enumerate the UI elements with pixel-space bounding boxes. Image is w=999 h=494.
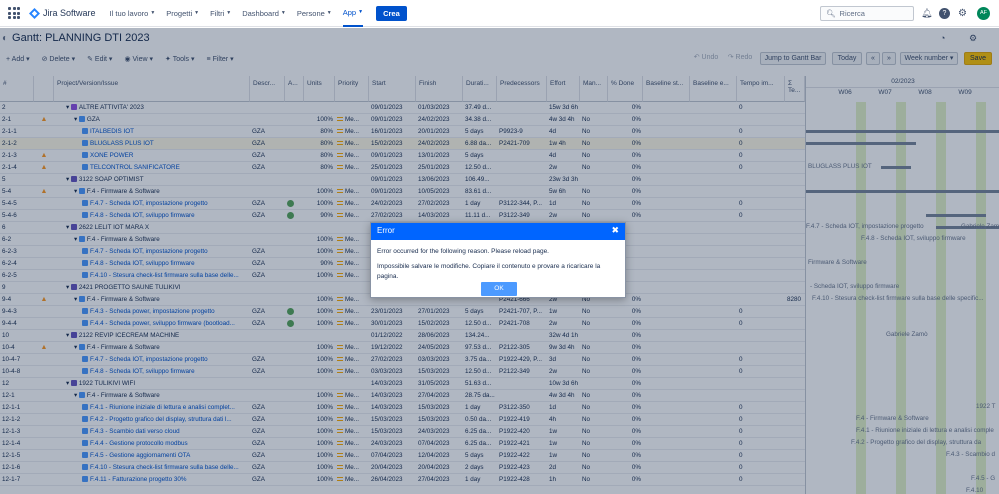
close-icon[interactable]: ✖ xyxy=(611,225,619,236)
nav-apps[interactable]: App▼ xyxy=(343,0,363,27)
search-icon: 🔍︎ xyxy=(826,9,836,18)
gear-icon[interactable]: ⚙ xyxy=(957,8,968,19)
help-icon[interactable]: ? xyxy=(939,8,950,19)
chevron-down-icon: ▼ xyxy=(194,10,199,16)
dialog-body: Error occurred for the following reason.… xyxy=(371,240,625,282)
nav-projects[interactable]: Progetti▼ xyxy=(166,9,199,18)
bell-icon[interactable]: 🔔︎ xyxy=(921,8,932,19)
error-detail: Impossibile salvare le modifiche. Copiar… xyxy=(377,262,619,282)
dialog-title: Error xyxy=(377,226,395,235)
avatar[interactable]: AF xyxy=(977,7,990,20)
chevron-down-icon: ▼ xyxy=(150,10,155,16)
create-button[interactable]: Crea xyxy=(376,6,407,21)
app-switcher-icon[interactable] xyxy=(8,7,20,19)
nav-filters[interactable]: Filtri▼ xyxy=(210,9,231,18)
logo-area[interactable]: Jira Software xyxy=(8,7,96,19)
error-dialog: Error ✖ Error occurred for the following… xyxy=(370,222,626,298)
jira-logo-icon xyxy=(29,8,40,19)
ok-button[interactable]: OK xyxy=(481,282,517,296)
nav-your-work[interactable]: Il tuo lavoro▼ xyxy=(110,9,156,18)
dialog-header: Error ✖ xyxy=(371,223,625,240)
brand-name: Jira Software xyxy=(43,8,96,18)
nav-people[interactable]: Persone▼ xyxy=(297,9,332,18)
chevron-down-icon: ▼ xyxy=(281,10,286,16)
chevron-down-icon: ▼ xyxy=(226,10,231,16)
chevron-down-icon: ▼ xyxy=(358,0,363,26)
nav-dashboards[interactable]: Dashboard▼ xyxy=(242,9,286,18)
chevron-down-icon: ▼ xyxy=(327,10,332,16)
error-message: Error occurred for the following reason.… xyxy=(377,247,619,257)
search-input[interactable]: 🔍︎ Ricerca xyxy=(820,6,914,21)
top-navigation: Jira Software Il tuo lavoro▼ Progetti▼ F… xyxy=(0,0,999,27)
